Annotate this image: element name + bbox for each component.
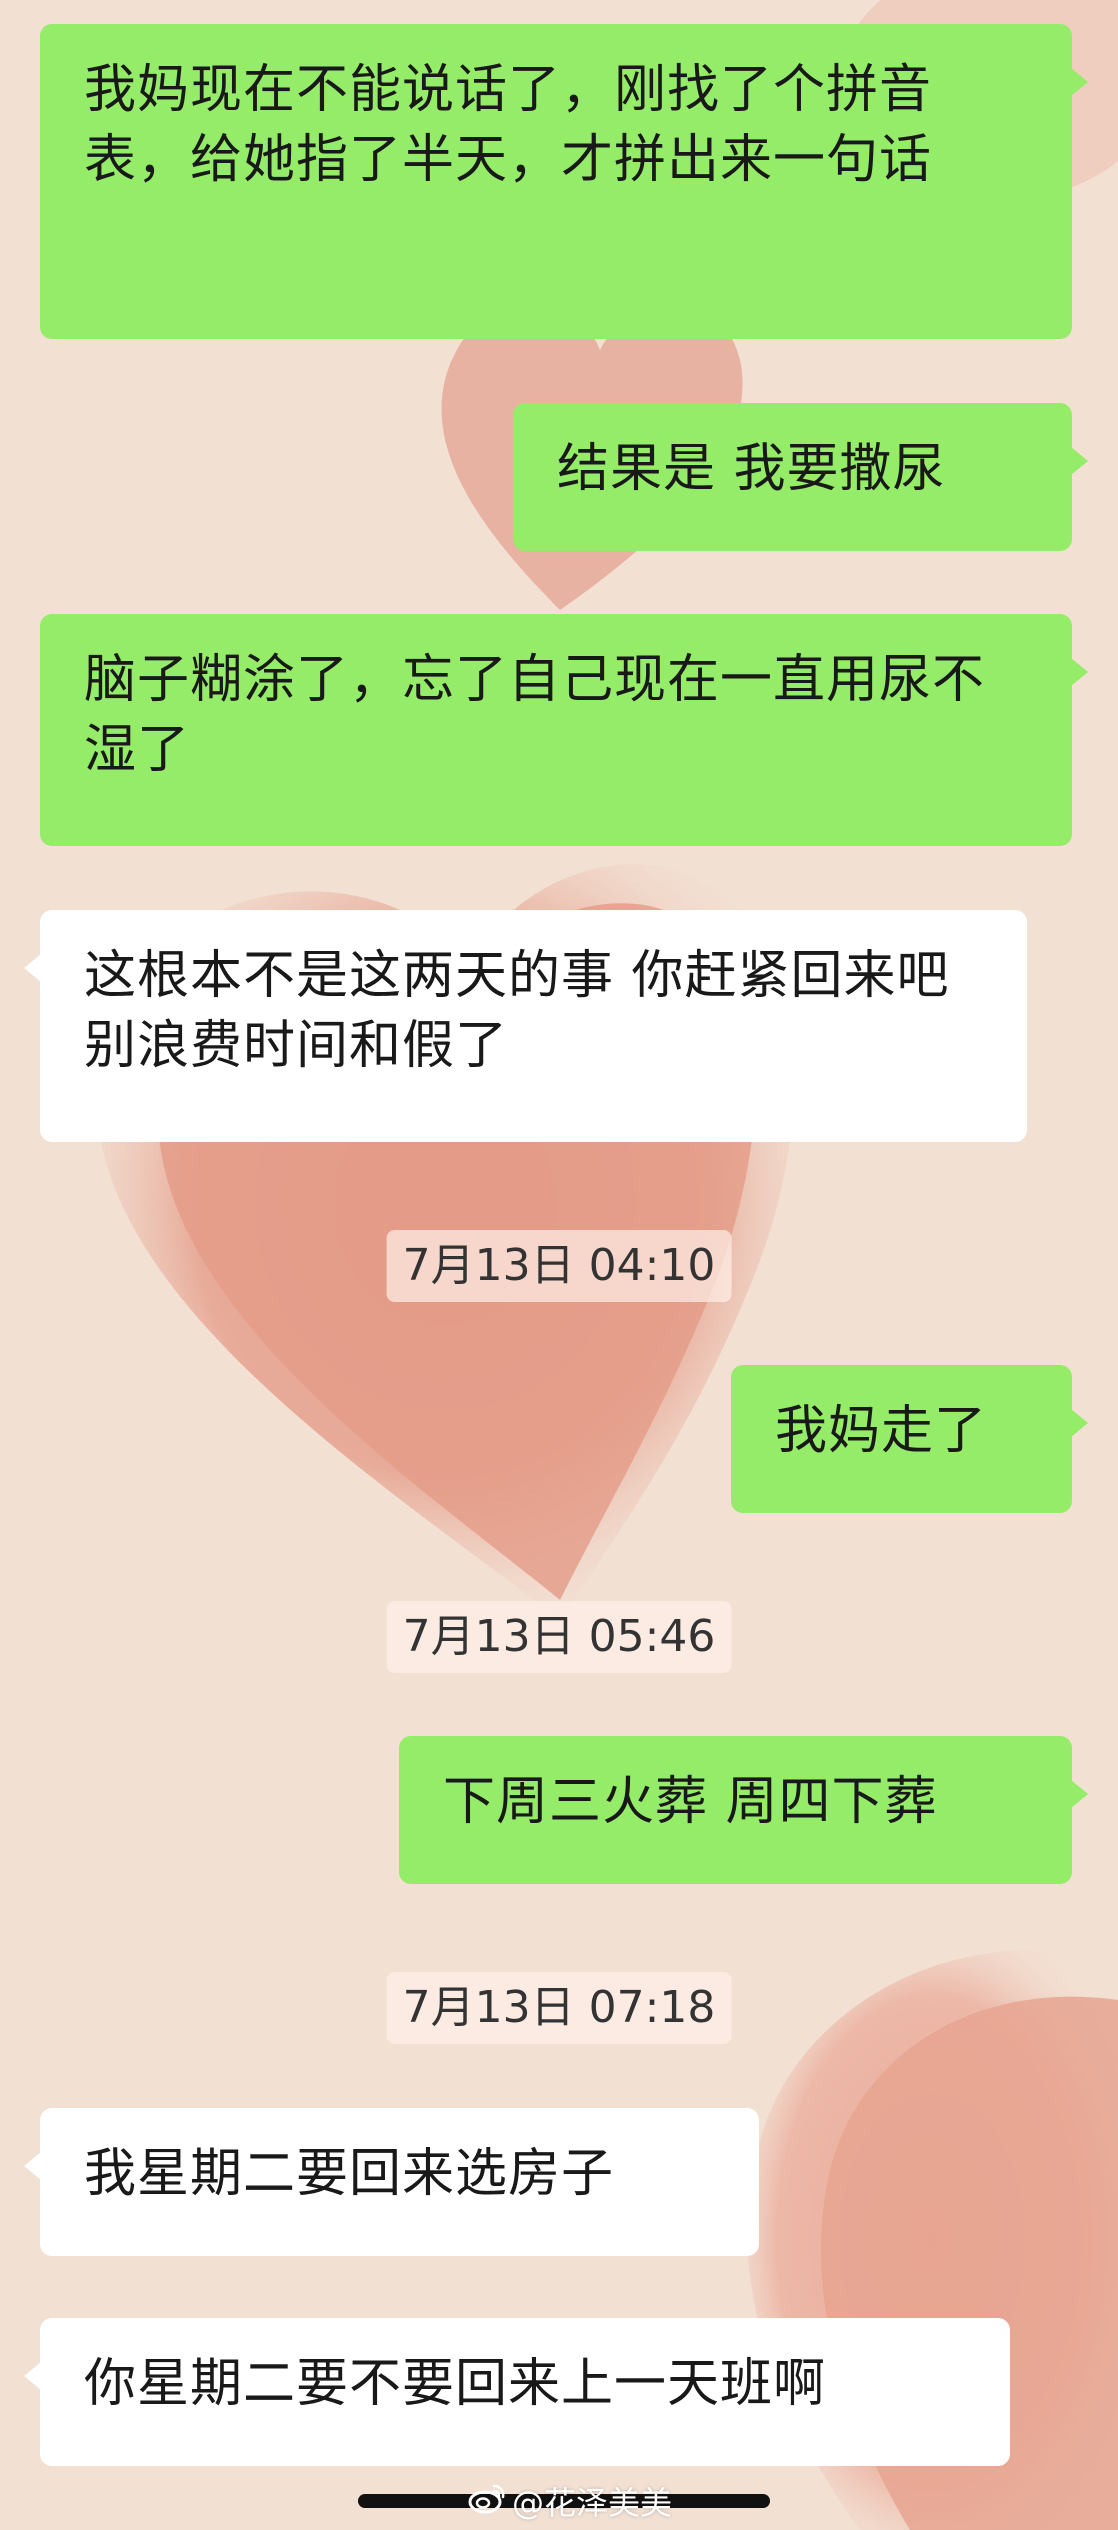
message-bubble-received[interactable]: 我星期二要回来选房子 bbox=[24, 2108, 759, 2256]
watermark: @花泽美美 bbox=[468, 2482, 672, 2523]
chat-message-list: 我妈现在不能说话了，刚找了个拼音表，给她指了半天，才拼出来一句话 结果是 我要撒… bbox=[0, 0, 1118, 2530]
weibo-icon bbox=[468, 2482, 506, 2523]
message-bubble-sent[interactable]: 我妈走了 bbox=[731, 1365, 1088, 1513]
message-timestamp: 7月13日 05:46 bbox=[386, 1601, 732, 1673]
message-bubble-sent[interactable]: 脑子糊涂了，忘了自己现在一直用尿不湿了 bbox=[40, 614, 1088, 846]
message-bubble-received[interactable]: 这根本不是这两天的事 你赶紧回来吧 别浪费时间和假了 bbox=[24, 910, 1027, 1142]
message-bubble-sent[interactable]: 结果是 我要撒尿 bbox=[513, 403, 1088, 551]
message-bubble-received[interactable]: 你星期二要不要回来上一天班啊 bbox=[24, 2318, 1010, 2466]
message-bubble-sent[interactable]: 我妈现在不能说话了，刚找了个拼音表，给她指了半天，才拼出来一句话 bbox=[40, 24, 1088, 339]
message-timestamp: 7月13日 04:10 bbox=[386, 1230, 732, 1302]
watermark-text: @花泽美美 bbox=[512, 2483, 673, 2522]
message-timestamp: 7月13日 07:18 bbox=[386, 1972, 732, 2044]
message-bubble-sent[interactable]: 下周三火葬 周四下葬 bbox=[399, 1736, 1088, 1884]
